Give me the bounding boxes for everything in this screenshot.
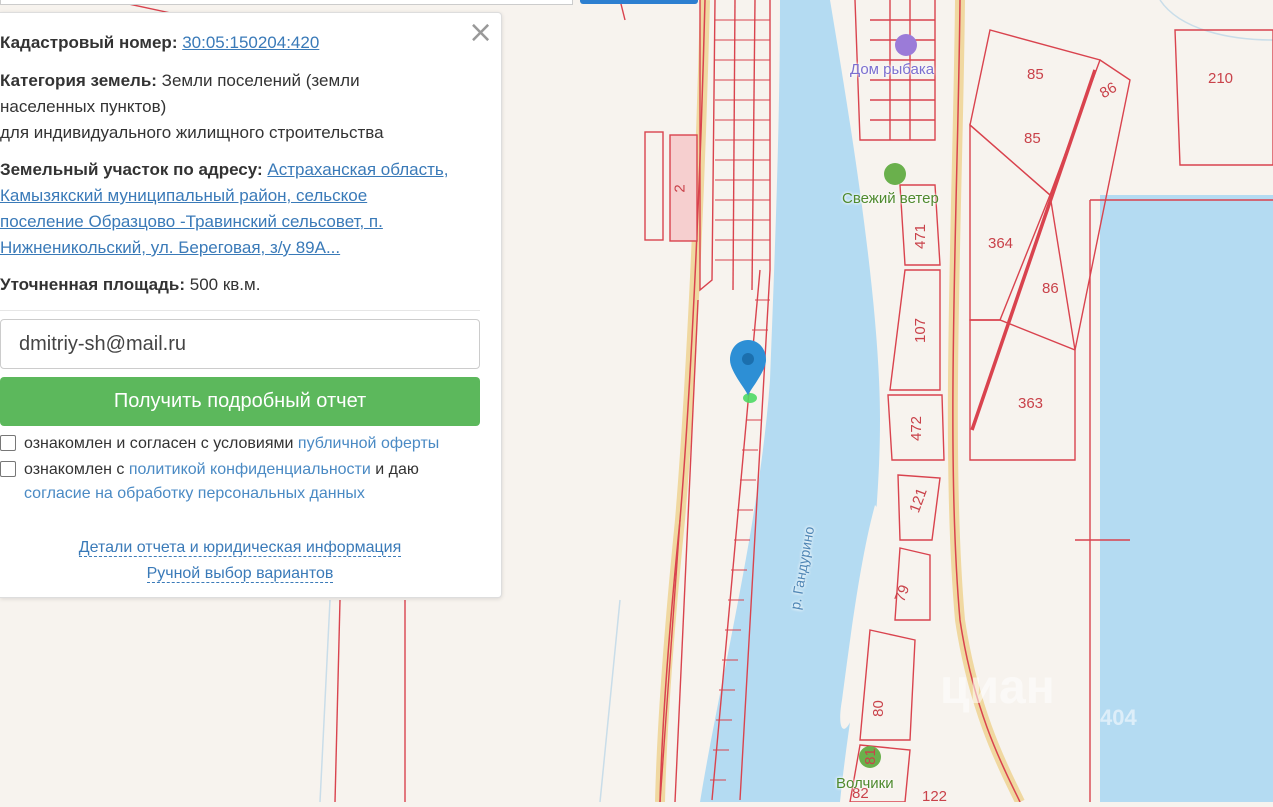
plot-label: 2 xyxy=(671,184,689,193)
personal-data-consent-link[interactable]: согласие на обработку персональных данны… xyxy=(24,485,365,502)
report-details-link[interactable]: Детали отчета и юридическая информация xyxy=(78,539,402,557)
area-label: Уточненная площадь: xyxy=(0,275,185,294)
consent-offer-row: ознакомлен и согласен с условиями публич… xyxy=(0,432,480,456)
cadastral-number-row: Кадастровый номер: 30:05:150204:420 xyxy=(0,30,480,56)
consent-privacy-text: и даю xyxy=(375,461,419,478)
plot-label: 471 xyxy=(912,223,930,250)
address-link[interactable]: Нижненикольский, ул. Береговая, з/у 89А.… xyxy=(0,238,340,257)
top-search-edge xyxy=(0,0,573,5)
area-row: Уточненная площадь: 500 кв.м. xyxy=(0,272,480,298)
plot-label: 472 xyxy=(908,415,926,442)
category-value: населенных пунктов) xyxy=(0,97,167,116)
plot-label: 80 xyxy=(869,700,887,717)
category-purpose: для индивидуального жилищного строительс… xyxy=(0,123,384,142)
cadastral-number-link[interactable]: 30:05:150204:420 xyxy=(182,33,319,52)
plot-label: 364 xyxy=(988,235,1014,252)
consent-privacy-text: ознакомлен с xyxy=(24,461,125,478)
address-row: Земельный участок по адресу: Астраханска… xyxy=(0,157,480,261)
poi-fresh-wind[interactable]: Свежий ветер xyxy=(842,190,939,207)
privacy-checkbox[interactable] xyxy=(0,461,16,477)
plot-info-panel: × Кадастровый номер: 30:05:150204:420 Ка… xyxy=(0,12,502,598)
cadastral-label: Кадастровый номер: xyxy=(0,33,178,52)
plot-label: 81 xyxy=(861,748,879,765)
address-link[interactable]: Камызякский муниципальный район, сельско… xyxy=(0,186,367,205)
address-link[interactable]: поселение Образцово -Травинский сельсове… xyxy=(0,212,383,231)
address-link[interactable]: Астраханская область, xyxy=(267,160,448,179)
plot-label: 85 xyxy=(1027,66,1044,83)
poi-volchiki[interactable]: Волчики xyxy=(836,775,894,792)
manual-select-link[interactable]: Ручной выбор вариантов xyxy=(146,565,334,583)
map-watermark: циан xyxy=(940,661,1055,714)
consent-offer-text: ознакомлен и согласен с условиями xyxy=(24,435,294,452)
land-category-row: Категория земель: Земли поселений (земли… xyxy=(0,68,480,146)
plot-label: 85 xyxy=(1024,130,1041,147)
category-label: Категория земель: xyxy=(0,71,157,90)
consent-privacy-row: ознакомлен с политикой конфиденциальност… xyxy=(0,458,480,506)
public-offer-link[interactable]: публичной оферты xyxy=(298,435,439,452)
poi-fish-house[interactable]: Дом рыбака xyxy=(850,61,934,78)
plot-label: 107 xyxy=(912,317,930,344)
report-details-row: Детали отчета и юридическая информация xyxy=(0,539,480,557)
privacy-policy-link[interactable]: политикой конфиденциальности xyxy=(129,461,371,478)
offer-checkbox[interactable] xyxy=(0,435,16,451)
category-value: Земли поселений (земли xyxy=(161,71,360,90)
email-input[interactable] xyxy=(0,319,480,369)
map-watermark-number: 404 xyxy=(1100,705,1137,730)
divider xyxy=(0,310,480,311)
plot-label: 363 xyxy=(1018,395,1044,412)
get-report-button[interactable]: Получить подробный отчет xyxy=(0,377,480,426)
plot-label: 122 xyxy=(922,788,948,805)
area-value: 500 кв.м. xyxy=(189,275,261,294)
manual-select-row: Ручной выбор вариантов xyxy=(0,565,480,583)
top-button-edge[interactable] xyxy=(580,0,698,4)
address-label: Земельный участок по адресу: xyxy=(0,160,263,179)
plot-label: 86 xyxy=(1042,280,1059,297)
plot-label: 210 xyxy=(1208,70,1234,87)
